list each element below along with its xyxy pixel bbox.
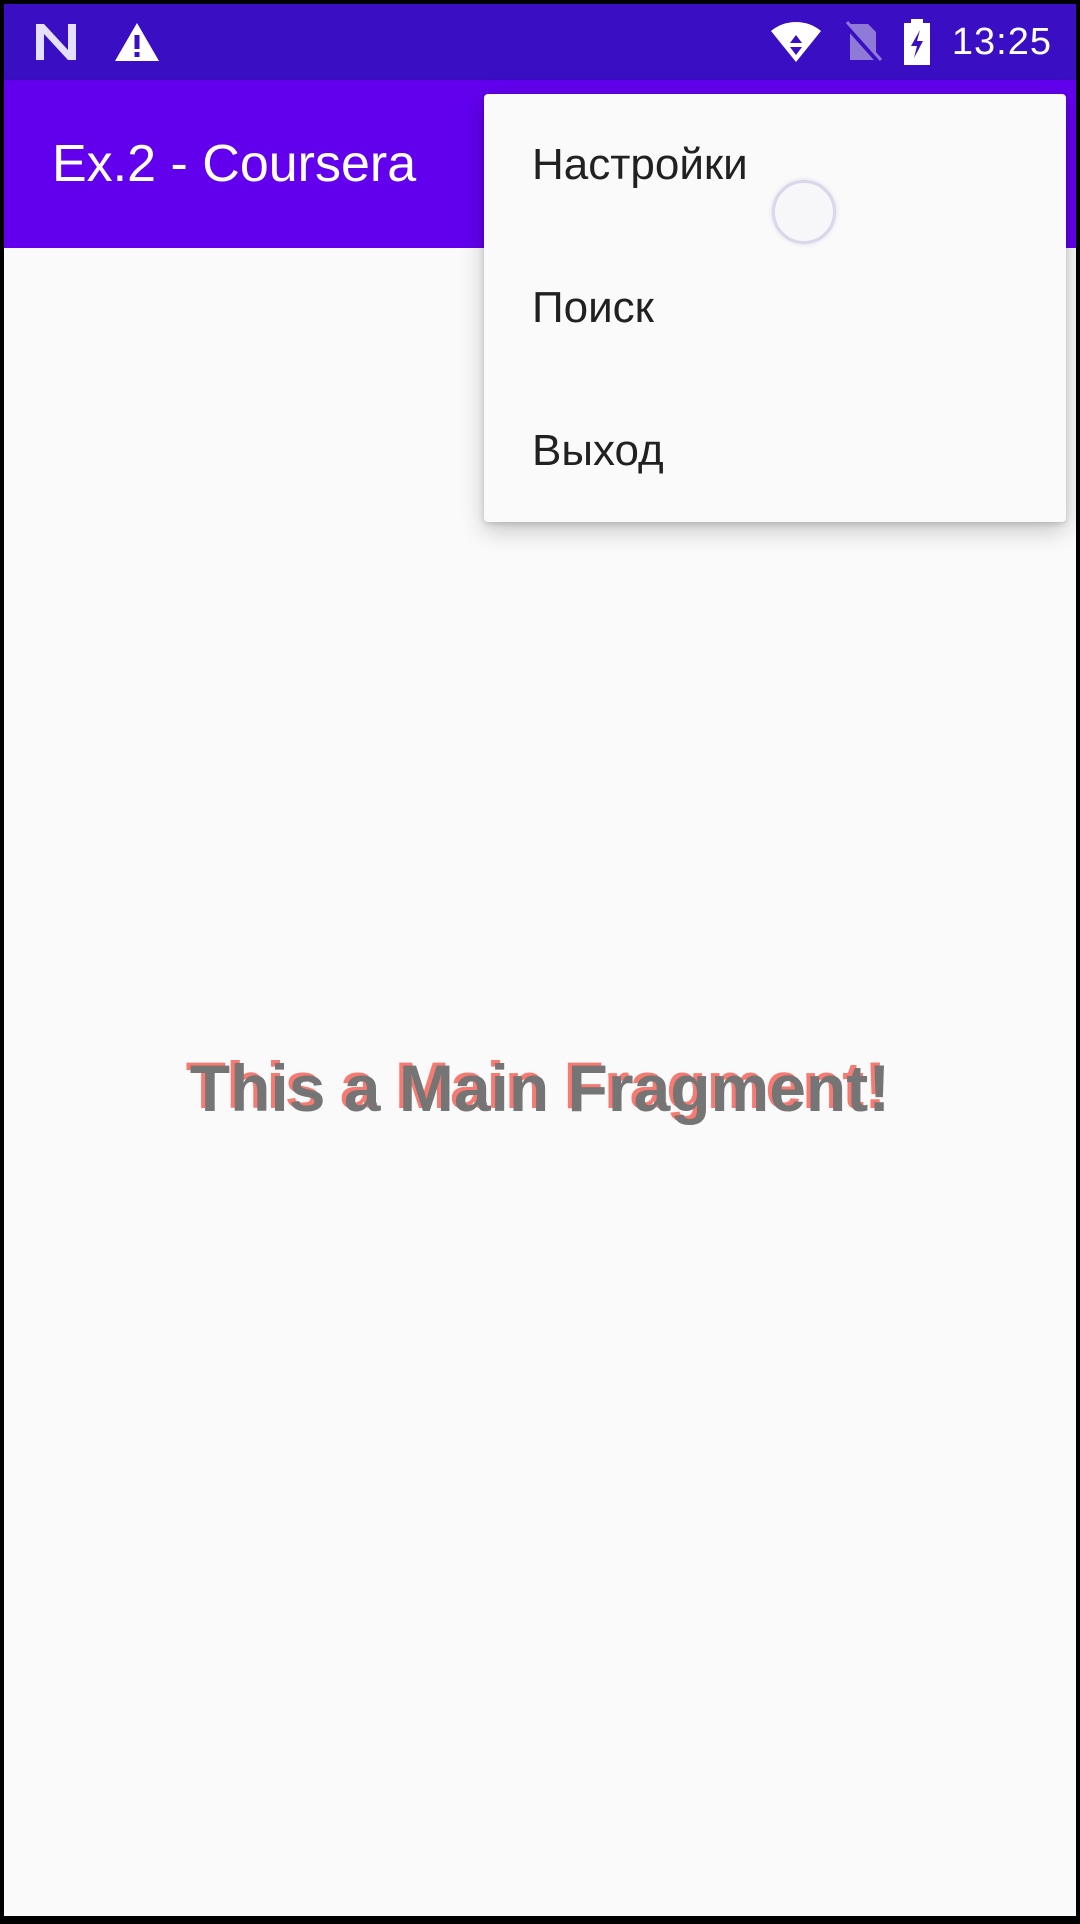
overflow-menu: Настройки Поиск Выход: [484, 94, 1066, 522]
status-time: 13:25: [951, 20, 1052, 63]
wifi-icon: [770, 21, 822, 63]
menu-item-search[interactable]: Поиск: [484, 237, 1066, 379]
status-bar-system: 13:25: [770, 14, 1052, 70]
n-notification-icon: [34, 22, 78, 62]
menu-item-search-label: Поиск: [532, 283, 654, 332]
status-bar-notifications: [34, 18, 160, 66]
menu-item-exit-label: Выход: [532, 426, 664, 475]
menu-item-settings-label: Настройки: [532, 140, 748, 189]
status-bar: 13:25: [4, 4, 1076, 80]
menu-item-exit[interactable]: Выход: [484, 380, 1066, 522]
main-fragment-text: This a Main Fragment!: [189, 1051, 891, 1125]
warning-icon: [114, 22, 160, 62]
app-title: Ex.2 - Coursera: [52, 135, 417, 193]
no-sim-icon: [842, 20, 882, 64]
touch-indicator: [772, 180, 836, 244]
battery-charging-icon: [902, 18, 932, 66]
device-screen: 13:25 Ex.2 - Coursera This a Main Fragme…: [4, 4, 1076, 1916]
